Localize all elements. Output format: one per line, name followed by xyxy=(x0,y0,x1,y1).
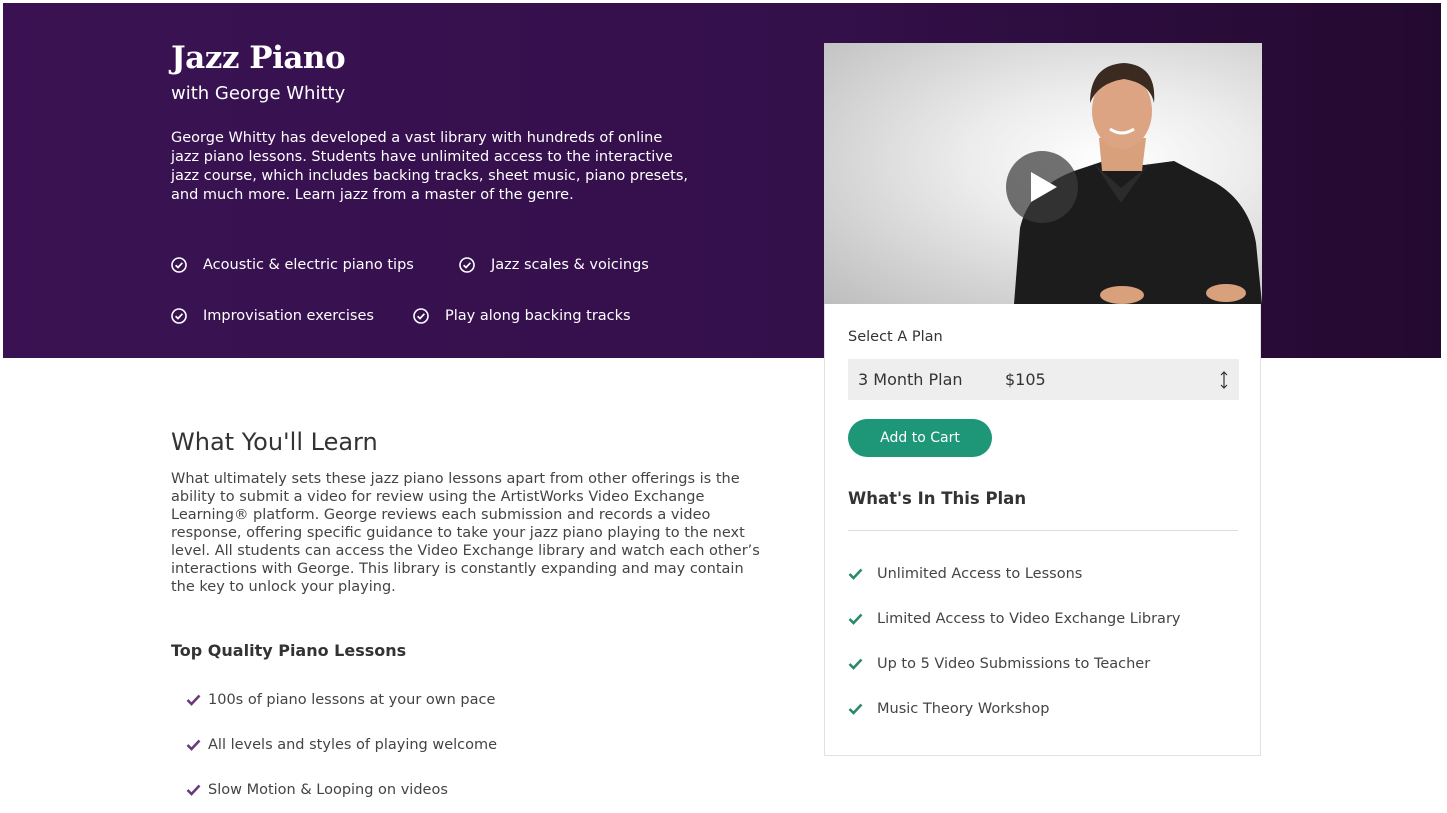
quality-item-label: 100s of piano lessons at your own pace xyxy=(208,692,496,708)
course-description: George Whitty has developed a vast libra… xyxy=(171,130,688,203)
add-to-cart-button[interactable]: Add to Cart xyxy=(848,419,992,457)
learn-heading: What You'll Learn xyxy=(171,428,378,456)
feature-label: Acoustic & electric piano tips xyxy=(203,257,414,273)
plan-item: Music Theory Workshop xyxy=(848,701,1049,717)
plan-card: Select A Plan 3 Month Plan $105 Add to C… xyxy=(824,304,1261,756)
quality-item-label: All levels and styles of playing welcome xyxy=(208,737,498,753)
course-title: Jazz Piano xyxy=(171,40,346,76)
plan-item: Up to 5 Video Submissions to Teacher xyxy=(848,656,1150,672)
plan-item-label: Unlimited Access to Lessons xyxy=(877,566,1083,582)
feature-label: Play along backing tracks xyxy=(445,308,631,324)
feature-label: Jazz scales & voicings xyxy=(491,257,649,273)
play-icon xyxy=(1031,172,1057,202)
check-icon xyxy=(186,784,201,796)
check-circle-icon xyxy=(171,308,187,324)
learn-description: What ultimately sets these jazz piano le… xyxy=(171,471,760,595)
quality-heading: Top Quality Piano Lessons xyxy=(171,641,407,660)
check-circle-icon xyxy=(413,308,429,324)
plan-item-label: Up to 5 Video Submissions to Teacher xyxy=(877,656,1151,672)
check-icon xyxy=(848,658,863,670)
instructor-subtitle: with George Whitty xyxy=(171,83,346,104)
plan-select[interactable]: 3 Month Plan $105 xyxy=(848,359,1239,400)
feature-item: Play along backing tracks xyxy=(413,308,631,324)
selected-plan-price: $105 xyxy=(1005,370,1046,389)
select-plan-label: Select A Plan xyxy=(848,329,943,345)
feature-item: Jazz scales & voicings xyxy=(459,257,649,273)
up-down-arrow-icon xyxy=(1220,371,1228,389)
feature-item: Improvisation exercises xyxy=(171,308,374,324)
feature-label: Improvisation exercises xyxy=(203,308,374,324)
quality-item: 100s of piano lessons at your own pace xyxy=(186,692,495,708)
video-player[interactable] xyxy=(824,43,1262,304)
feature-item: Acoustic & electric piano tips xyxy=(171,257,414,273)
check-icon xyxy=(186,739,201,751)
selected-plan-name: 3 Month Plan xyxy=(858,370,963,389)
plan-item: Unlimited Access to Lessons xyxy=(848,566,1082,582)
quality-item: Slow Motion & Looping on videos xyxy=(186,782,448,798)
check-icon xyxy=(186,694,201,706)
plan-item-label: Music Theory Workshop xyxy=(877,701,1050,717)
quality-item: All levels and styles of playing welcome xyxy=(186,737,497,753)
check-icon xyxy=(848,613,863,625)
check-circle-icon xyxy=(171,257,187,273)
plan-contents-heading: What's In This Plan xyxy=(848,489,1027,508)
divider xyxy=(848,530,1238,531)
plan-item-label: Limited Access to Video Exchange Library xyxy=(877,611,1181,627)
quality-item-label: Slow Motion & Looping on videos xyxy=(208,782,448,798)
check-icon xyxy=(848,703,863,715)
check-circle-icon xyxy=(459,257,475,273)
play-button[interactable] xyxy=(1006,151,1078,223)
check-icon xyxy=(848,568,863,580)
plan-item: Limited Access to Video Exchange Library xyxy=(848,611,1181,627)
